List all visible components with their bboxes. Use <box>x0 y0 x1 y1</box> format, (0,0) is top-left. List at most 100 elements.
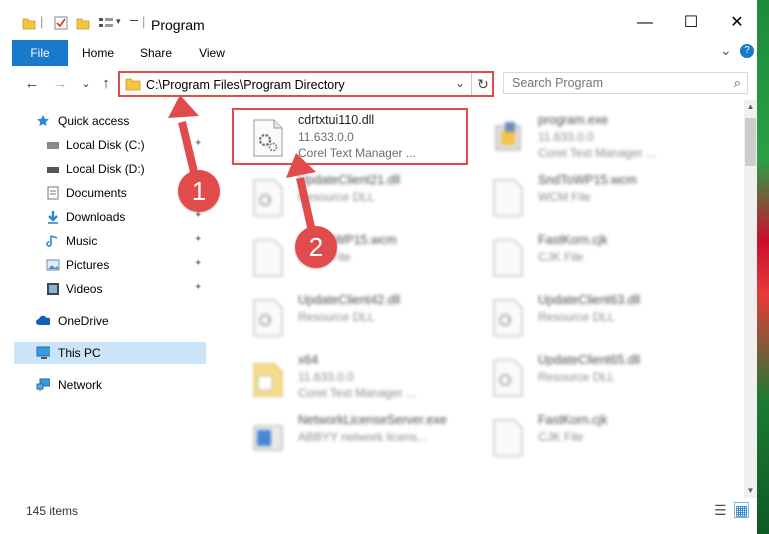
up-button[interactable]: ↑ <box>96 74 116 94</box>
new-folder-icon[interactable] <box>76 16 90 30</box>
folder-icon[interactable] <box>22 16 36 30</box>
title-bar: | ▾ | Program — ☐ ✕ <box>0 0 757 40</box>
file-name: UpdateClient63.dll <box>538 293 641 307</box>
sidebar-item-label: Network <box>58 378 103 392</box>
back-button[interactable]: ← <box>22 74 42 94</box>
exe-window-icon <box>253 425 283 451</box>
address-bar[interactable]: C:\Program Files\Program Directory ⌄ ↻ <box>118 71 494 97</box>
details-view-icon[interactable]: ☰ <box>714 502 727 519</box>
documents-icon <box>47 186 59 200</box>
sidebar-item-onedrive[interactable]: OneDrive <box>24 310 216 332</box>
expand-ribbon-icon[interactable]: ⌄ <box>720 42 732 59</box>
annotation-step-1: 1 <box>178 170 220 212</box>
recent-locations-button[interactable]: ⌄ <box>76 74 96 94</box>
file-item-updateclient42[interactable]: UpdateClient42.dll Resource DLL <box>232 290 462 342</box>
ribbon-tabs: File Home Share View ⌄ ? <box>0 40 757 67</box>
sidebar-item-local-disk-d[interactable]: Local Disk (D:) <box>14 158 206 180</box>
folder-file-icon <box>253 363 283 397</box>
sidebar-item-label: Videos <box>66 282 103 296</box>
blank-file-icon <box>493 179 523 217</box>
pin-icon: ✦ <box>194 234 203 245</box>
close-button[interactable]: ✕ <box>722 12 752 34</box>
search-box[interactable]: ⌕ <box>503 72 748 94</box>
forward-button[interactable]: → <box>50 74 70 94</box>
sidebar-item-local-disk-c[interactable]: Local Disk (C:) ✦ <box>14 134 206 156</box>
scroll-down-arrow-icon[interactable]: ▼ <box>744 484 757 498</box>
pin-icon: ✦ <box>194 258 203 269</box>
file-type: WCM File <box>538 190 591 204</box>
file-item-fastkorn-b[interactable]: FastKorn.cjk CJK File <box>472 410 702 462</box>
drive-icon <box>47 167 59 173</box>
file-name: FastKorn.cjk <box>538 413 608 427</box>
tab-view[interactable]: View <box>190 40 234 66</box>
file-item-sndtowp15-b[interactable]: SndToWP15.wcm WCM File <box>232 230 462 282</box>
network-icon <box>36 378 50 391</box>
dll-gear-icon <box>493 359 523 397</box>
search-icon[interactable]: ⌕ <box>734 75 741 91</box>
sidebar-item-network[interactable]: Network <box>24 374 216 396</box>
scroll-up-arrow-icon[interactable]: ▲ <box>744 100 757 114</box>
computer-icon <box>36 346 50 359</box>
exe-icon <box>495 122 521 151</box>
file-type: CJK File <box>538 250 584 264</box>
large-icons-view-icon[interactable]: ▦ <box>734 502 750 518</box>
sidebar-item-quick-access[interactable]: Quick access <box>24 110 216 132</box>
customize-toolbar-underline <box>130 20 138 21</box>
file-version: 11.633.0.0 <box>298 370 354 384</box>
refresh-icon[interactable]: ↻ <box>471 73 494 95</box>
maximize-button[interactable]: ☐ <box>676 12 706 34</box>
search-input[interactable] <box>512 75 717 91</box>
file-item-updateclient65[interactable]: UpdateClient65.dll Resource DLL <box>472 350 702 402</box>
address-path[interactable]: C:\Program Files\Program Directory <box>146 78 345 92</box>
file-type: CJK File <box>538 430 584 444</box>
sidebar-item-this-pc[interactable]: This PC <box>14 342 206 364</box>
folder-icon <box>125 78 141 91</box>
file-type: Resource DLL <box>298 310 375 324</box>
file-item-sndtowp15-a[interactable]: SndToWP15.wcm WCM File <box>472 170 702 222</box>
address-dropdown-icon[interactable]: ⌄ <box>455 76 465 90</box>
tab-share[interactable]: Share <box>134 40 178 66</box>
file-description: ABBYY network licens... <box>298 430 428 444</box>
sidebar-item-label: Documents <box>66 186 127 200</box>
annotation-step-2: 2 <box>295 226 337 268</box>
properties-icon[interactable] <box>54 16 68 30</box>
sidebar-item-pictures[interactable]: Pictures ✦ <box>14 254 206 276</box>
tab-home[interactable]: Home <box>76 40 120 66</box>
vertical-scrollbar[interactable]: ▲ ▼ <box>744 100 757 498</box>
dll-gear-icon <box>253 299 283 337</box>
file-name: UpdateClient42.dll <box>298 293 401 307</box>
help-icon[interactable]: ? <box>740 44 754 58</box>
separator-line: | <box>40 14 44 29</box>
file-item-x64[interactable]: x64 11.633.0.0 Corel Text Manager ... <box>232 350 462 402</box>
file-name: program.exe <box>538 113 609 127</box>
file-item-updateclient21[interactable]: UpdateClient21.dll Resource DLL <box>232 170 462 222</box>
explorer-window: | ▾ | Program — ☐ ✕ File Home Share View… <box>0 0 757 534</box>
sidebar-item-downloads[interactable]: Downloads ✦ <box>14 206 206 228</box>
music-icon <box>46 235 58 247</box>
sidebar-item-videos[interactable]: Videos ✦ <box>14 278 206 300</box>
tab-file[interactable]: File <box>12 40 68 66</box>
window-title: Program <box>151 17 205 33</box>
view-options-icon[interactable] <box>98 16 114 30</box>
sidebar-item-label: Quick access <box>58 114 130 128</box>
file-item-program-exe[interactable]: program.exe 11.633.0.0 Corel Text Manage… <box>472 110 702 162</box>
sidebar-item-label: This PC <box>58 346 101 360</box>
file-item-fastkorn-a[interactable]: FastKorn.cjk CJK File <box>472 230 702 282</box>
customize-toolbar-icon[interactable]: ▾ <box>116 16 121 27</box>
sidebar-item-label: Local Disk (C:) <box>66 138 145 152</box>
file-highlight-box <box>232 108 468 165</box>
file-name: SndToWP15.wcm <box>538 173 637 187</box>
file-description: Corel Text Manager ... <box>298 386 416 400</box>
sidebar-item-label: Pictures <box>66 258 110 272</box>
item-count: 145 items <box>26 504 79 518</box>
dll-gear-icon <box>253 179 283 217</box>
sidebar-item-music[interactable]: Music ✦ <box>14 230 206 252</box>
file-item-networklicenseserver[interactable]: NetworkLicenseServer.exe ABBYY network l… <box>232 410 462 462</box>
scrollbar-thumb[interactable] <box>745 118 756 166</box>
sidebar-item-label: Music <box>66 234 98 248</box>
dll-gear-icon <box>493 299 523 337</box>
cloud-icon <box>36 315 50 325</box>
sidebar-item-label: OneDrive <box>58 314 109 328</box>
minimize-button[interactable]: — <box>630 12 660 34</box>
file-item-updateclient63[interactable]: UpdateClient63.dll Resource DLL <box>472 290 702 342</box>
